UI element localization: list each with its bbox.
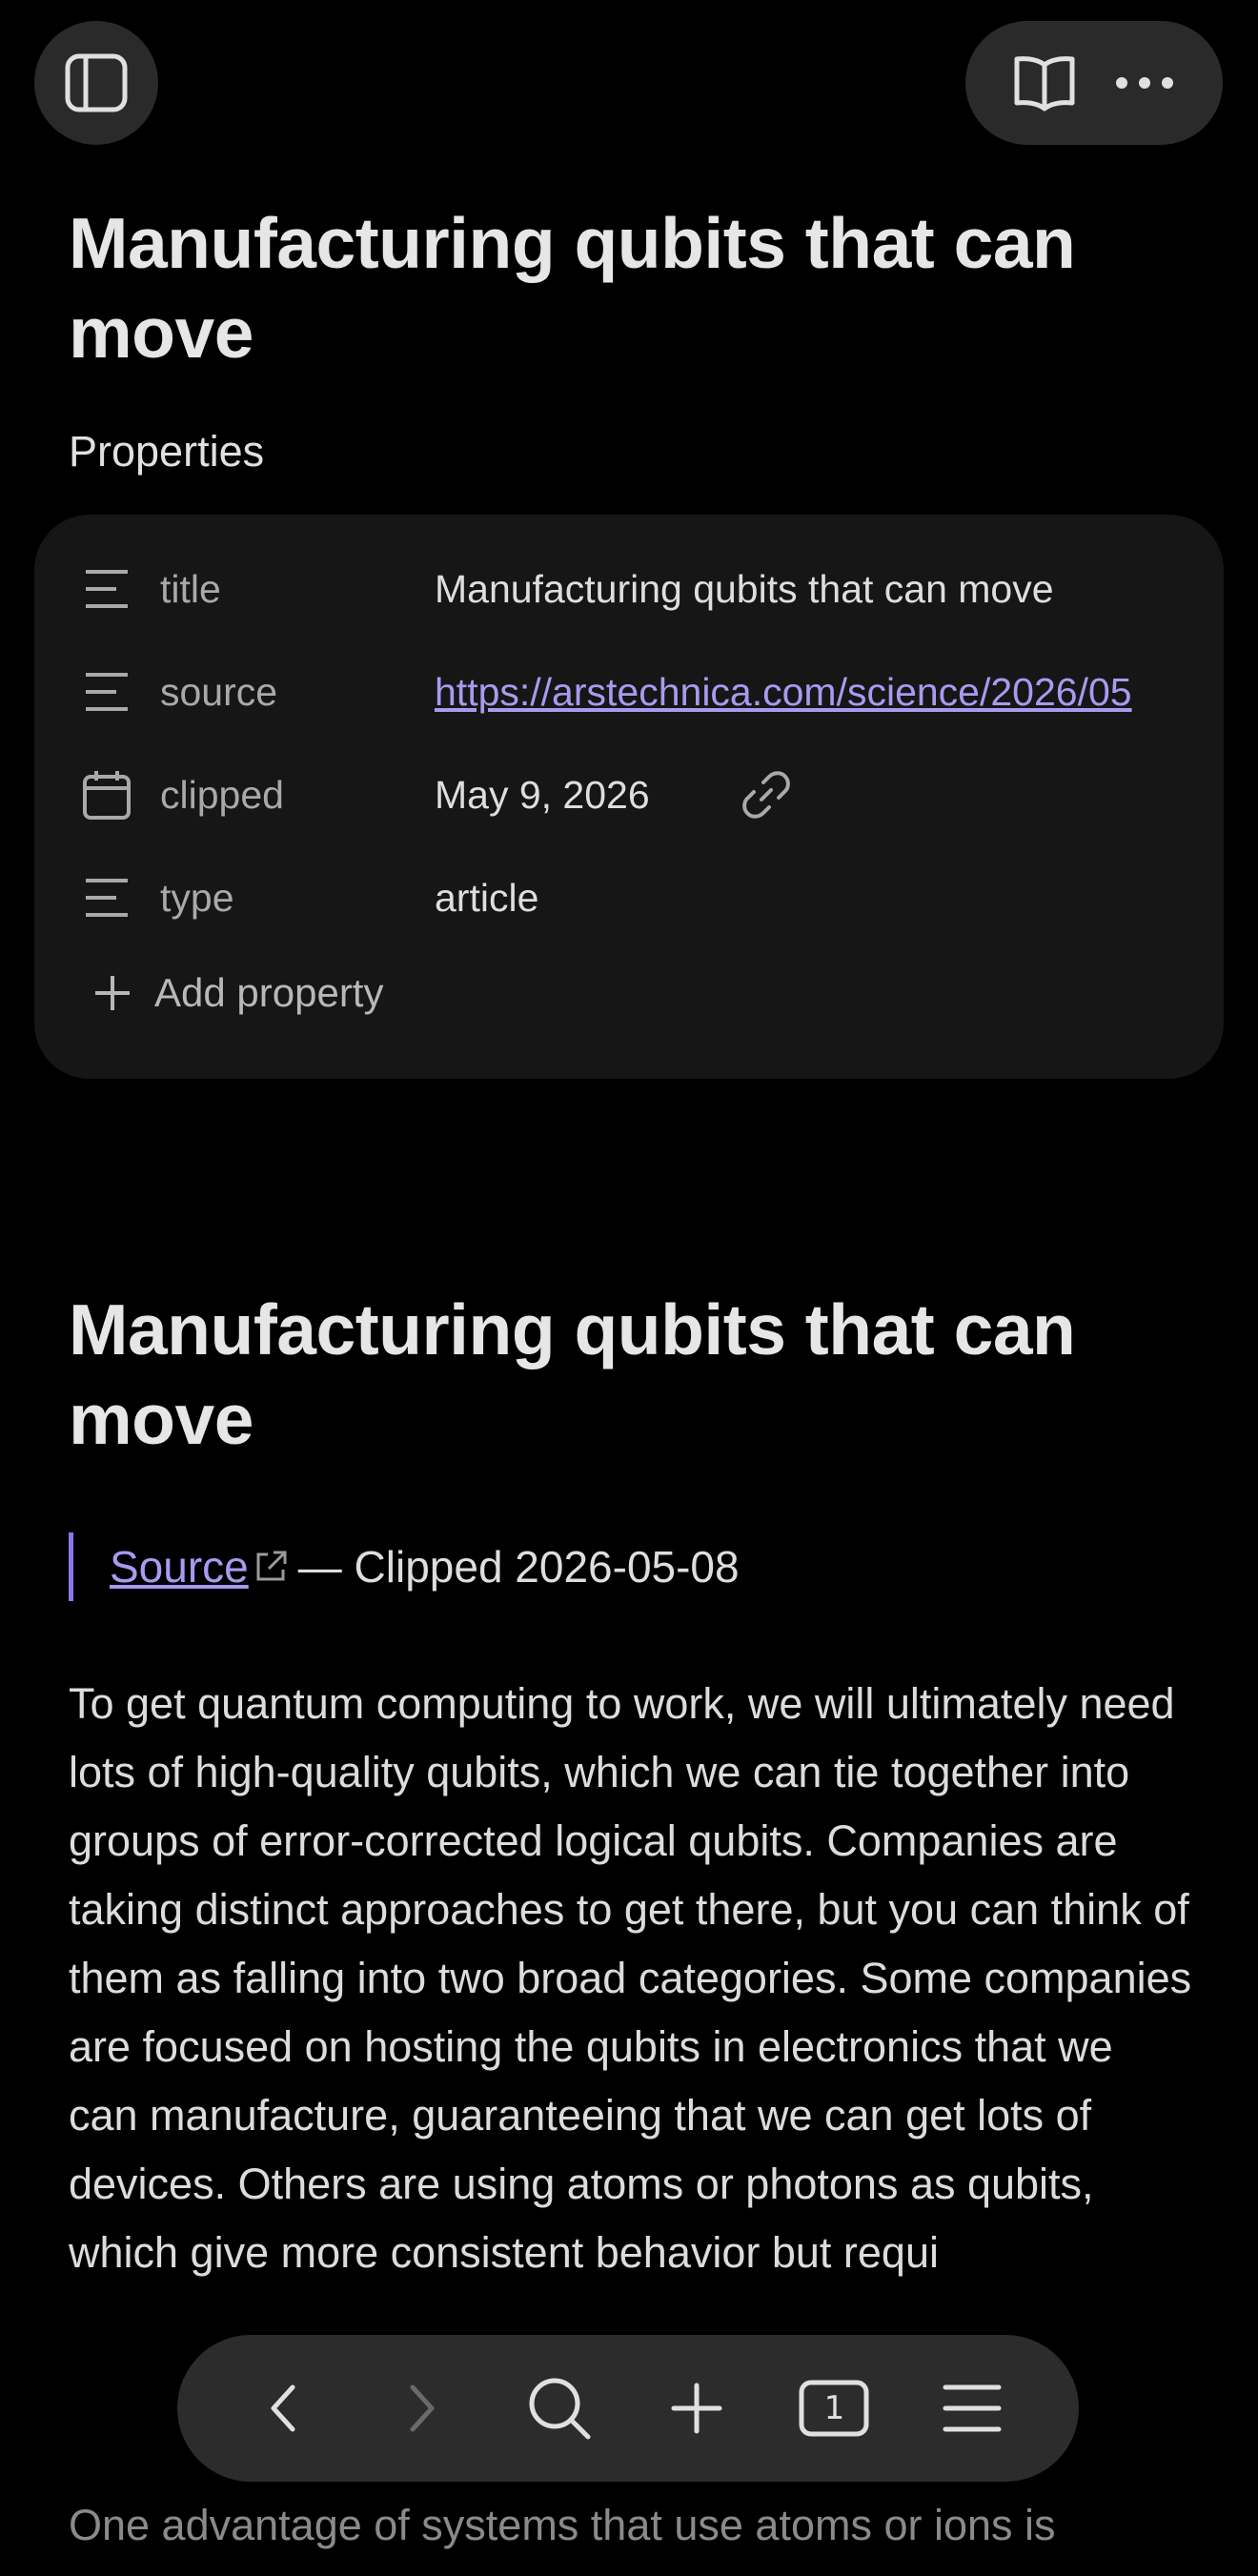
properties-label: Properties [69,427,265,476]
search-button[interactable] [512,2361,607,2456]
bottom-toolbar: 1 [177,2335,1079,2482]
menu-button[interactable] [924,2361,1020,2456]
sidebar-toggle-icon [65,53,128,112]
header-actions [965,21,1223,145]
source-link[interactable]: Source [110,1541,249,1592]
chevron-left-icon [271,2384,295,2432]
text-lines-icon [80,562,133,616]
note-page: Manufacturing qubits that can move Prope… [0,0,1258,2576]
calendar-icon [80,768,133,821]
plus-icon [95,976,130,1010]
text-lines-icon [80,871,133,924]
article-paragraph: To get quantum computing to work, we wil… [69,1679,1192,2277]
more-options-button[interactable] [1106,45,1183,121]
property-key: source [160,669,278,714]
external-link-icon [253,1549,289,1585]
property-key: clipped [160,772,284,817]
property-row-type[interactable]: type article [34,850,1224,945]
tabs-button[interactable]: 1 [786,2361,882,2456]
property-row-title[interactable]: title Manufacturing qubits that can move [34,541,1224,637]
article-heading: Manufacturing qubits that can move [69,1289,1076,1459]
property-key: type [160,875,234,920]
property-value[interactable]: article [435,876,538,921]
add-property-button[interactable]: Add property [91,970,383,1016]
note-title[interactable]: Manufacturing qubits that can move [69,198,1193,377]
properties-panel: title Manufacturing qubits that can move… [34,515,1224,1079]
property-key: title [160,566,221,611]
more-horizontal-icon [1115,77,1173,89]
tab-count: 1 [823,2389,845,2427]
menu-icon [943,2384,1002,2432]
search-icon [529,2378,591,2440]
source-url-link[interactable]: https://arstechnica.com/science/2026/05 [435,670,1132,715]
property-row-source[interactable]: source https://arstechnica.com/science/2… [34,644,1224,740]
article-paragraph: One advantage of systems that use atoms … [69,2501,1056,2549]
clipped-text: — Clipped 2026-05-08 [297,1542,740,1592]
link-icon[interactable] [740,768,793,821]
plus-icon [671,2383,722,2434]
property-row-clipped[interactable]: clipped May 9, 2026 [34,747,1224,842]
sidebar-toggle-button[interactable] [34,21,158,145]
add-property-label: Add property [154,970,384,1015]
property-value[interactable]: May 9, 2026 [435,773,650,818]
forward-button[interactable] [374,2361,469,2456]
new-note-button[interactable] [649,2361,744,2456]
reading-view-button[interactable] [1006,45,1083,121]
back-button[interactable] [236,2361,332,2456]
property-value[interactable]: Manufacturing qubits that can move [435,567,1054,612]
book-open-icon [1014,56,1074,112]
text-lines-icon [80,665,133,719]
source-callout: Source — Clipped 2026-05-08 [69,1532,740,1601]
chevron-right-icon [410,2384,435,2432]
